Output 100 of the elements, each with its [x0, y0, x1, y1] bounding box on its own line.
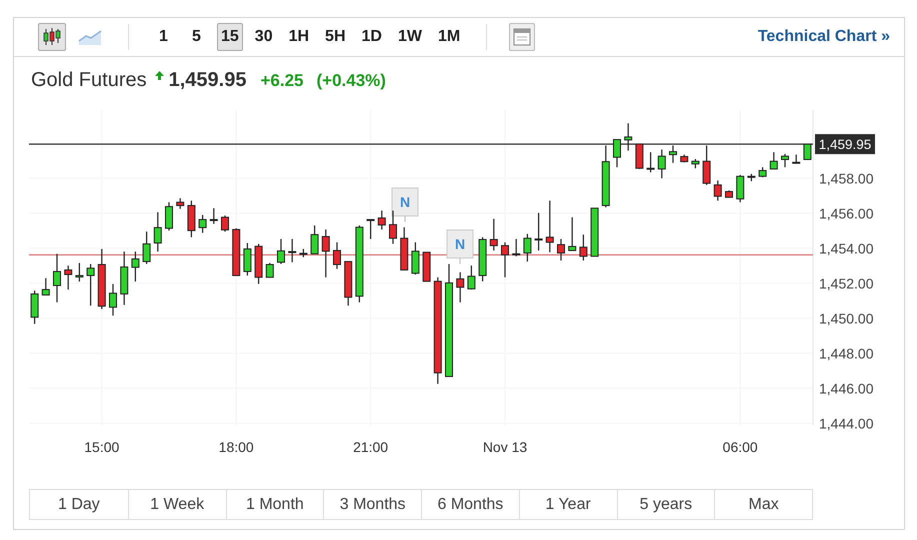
- candlestick: [176, 198, 184, 209]
- candlestick: [299, 248, 308, 258]
- candlestick: [725, 190, 733, 198]
- candlestick: [131, 252, 140, 282]
- candlestick: [366, 219, 375, 239]
- candlestick: [736, 174, 744, 202]
- candlestick: [378, 210, 386, 230]
- technical-chart-link[interactable]: Technical Chart »: [758, 28, 890, 46]
- candlestick: [322, 230, 330, 278]
- axis-label: 06:00: [722, 439, 758, 455]
- candlestick: [803, 144, 812, 160]
- chart-type-button[interactable]: [38, 23, 66, 51]
- candlestick: [680, 154, 688, 162]
- candlestick: [490, 218, 498, 251]
- candlestick: [534, 212, 543, 251]
- candlestick: [221, 216, 229, 232]
- interval-button[interactable]: 1M: [434, 23, 464, 51]
- candlestick: [613, 139, 621, 168]
- candlestick: [669, 146, 677, 163]
- candlestick: [266, 262, 274, 278]
- candlestick: [602, 146, 610, 208]
- axis-label: 1,452.00: [819, 275, 874, 292]
- interval-button[interactable]: 5H: [321, 23, 350, 51]
- candlestick: [254, 244, 263, 284]
- interval-button[interactable]: 1W: [394, 23, 426, 51]
- candlestick-icon: [42, 27, 62, 47]
- candlestick: [467, 266, 476, 290]
- axis-label: 1,446.00: [819, 380, 874, 396]
- axis-label: 1,456.00: [819, 205, 874, 222]
- ref-line-label: 1,459.95: [818, 137, 872, 152]
- window-icon: [513, 28, 532, 46]
- candlestick: [781, 154, 789, 168]
- candlestick: [400, 227, 408, 270]
- candlestick: [198, 215, 207, 233]
- candlestick: [120, 252, 128, 305]
- annotation: N: [454, 236, 466, 252]
- candlestick: [344, 261, 352, 306]
- candlestick: [635, 143, 644, 169]
- candlestick: [333, 242, 341, 269]
- candlestick: [210, 208, 218, 224]
- candlestick: [478, 237, 487, 282]
- candlestick: [154, 212, 162, 252]
- candlestick: [691, 159, 700, 168]
- candlestick: [187, 200, 196, 238]
- candlestick: [512, 238, 520, 256]
- candlestick: [624, 123, 632, 151]
- axis-label: 1,458.00: [819, 170, 874, 186]
- axis-label: Nov 13: [482, 439, 528, 455]
- candlestick: [546, 200, 554, 252]
- candlestick: [288, 238, 296, 262]
- axis-label: 1,448.00: [819, 345, 874, 362]
- candlestick: [501, 242, 509, 278]
- candlestick: [109, 284, 117, 316]
- candlestick: [714, 180, 722, 201]
- candlestick: [232, 228, 240, 276]
- percent-change: (+0.43%): [316, 71, 386, 91]
- candlestick: [389, 210, 397, 244]
- axis-label: 1,454.00: [819, 240, 874, 256]
- interval-button[interactable]: 5: [184, 23, 209, 51]
- candlestick: [98, 248, 106, 309]
- candlestick: [42, 278, 50, 296]
- candlestick: [758, 167, 767, 178]
- candlestick: [568, 217, 576, 252]
- candlestick: [86, 264, 95, 306]
- candlestick: [411, 242, 420, 274]
- candlestick: [64, 266, 72, 290]
- candlestick: [142, 232, 151, 264]
- axis-label: 1,450.00: [819, 310, 874, 326]
- interval-button[interactable]: 1D: [358, 23, 386, 51]
- candlestick: [747, 174, 756, 182]
- candlestick: [792, 154, 800, 164]
- price-tag: 1,459.95: [815, 134, 875, 154]
- candlestick: [557, 238, 565, 260]
- window-button[interactable]: [509, 23, 536, 51]
- candlestick: [53, 254, 61, 302]
- candlestick: [165, 202, 173, 231]
- candlestick: [702, 146, 711, 185]
- area-chart-icon: [78, 28, 102, 46]
- interval-button[interactable]: 15: [217, 23, 243, 51]
- candlestick: [579, 234, 588, 260]
- interval-button[interactable]: 1H: [284, 23, 314, 51]
- candlestick: [590, 208, 599, 257]
- candlestick: [646, 152, 655, 172]
- candlestick: [310, 226, 319, 254]
- price-change: +6.25: [260, 71, 304, 91]
- candlestick: [770, 152, 778, 170]
- axis-label: 21:00: [353, 439, 388, 455]
- axis-label: 18:00: [218, 439, 254, 455]
- last-price: 1,459.95: [168, 69, 246, 92]
- interval-button[interactable]: 30: [250, 23, 277, 51]
- candlestick: [422, 252, 431, 282]
- candlestick: [75, 262, 84, 282]
- candlestick: [658, 150, 666, 178]
- annotation: N: [400, 194, 410, 210]
- interval-button[interactable]: 1: [151, 23, 176, 51]
- instrument-name: Gold Futures: [31, 69, 147, 92]
- candlestick: [523, 234, 532, 262]
- candlestick: [243, 243, 252, 276]
- candlestick: [30, 290, 39, 324]
- candlestick: [277, 238, 285, 264]
